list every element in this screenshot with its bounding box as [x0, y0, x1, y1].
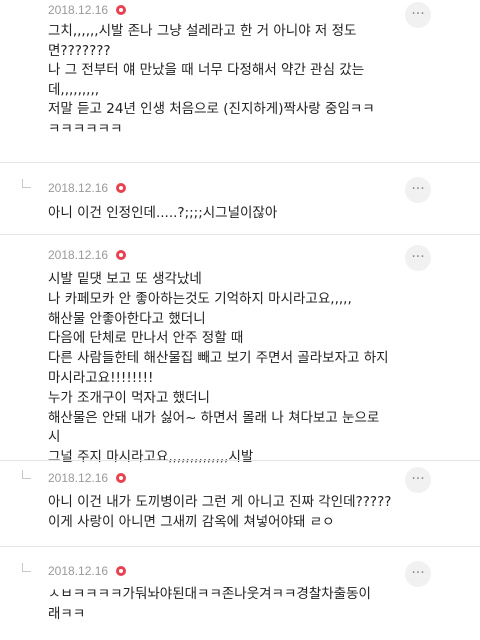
- comment-text: 아니 이건 내가 도끼병이라 그런 게 아니고 진짜 각인데????? 이게 사…: [48, 494, 392, 530]
- comment-text: 그치,,,,,,시발 존나 그냥 설레라고 한 거 아니야 저 정도 면????…: [48, 23, 375, 137]
- comment-text: 아니 이건 인정인데.....?;;;;시그널이잖아: [48, 205, 278, 221]
- comment-date: 2018.12.16: [48, 248, 109, 262]
- comment-item: 2018.12.16 ··· 그치,,,,,,시발 존나 그냥 설레라고 한 거…: [0, 0, 480, 162]
- comment-date: 2018.12.16: [48, 471, 109, 485]
- reply-item: 2018.12.16 ··· 아니 이건 내가 도끼병이라 그런 게 아니고 진…: [0, 461, 480, 546]
- more-options-button[interactable]: ···: [405, 561, 431, 587]
- more-options-button[interactable]: ···: [405, 177, 431, 203]
- comment-text: ㅅㅂㅋㅋㅋㅋ가둬놔야된대ㅋㅋ존나웃겨ㅋㅋ경찰차출동이 래ㅋㅋ: [48, 586, 371, 622]
- reply-arrow-icon: [22, 470, 31, 479]
- more-options-button[interactable]: ···: [405, 245, 431, 271]
- more-options-icon: ···: [411, 249, 425, 265]
- reply-arrow-icon: [22, 563, 31, 572]
- more-options-icon: ···: [411, 471, 425, 487]
- more-options-icon: ···: [411, 6, 425, 22]
- comment-date: 2018.12.16: [48, 181, 109, 195]
- comment-date: 2018.12.16: [48, 564, 109, 578]
- new-badge-icon: [116, 473, 126, 483]
- new-badge-icon: [116, 566, 126, 576]
- reply-item: 2018.12.16 ··· ㅅㅂㅋㅋㅋㅋ가둬놔야된대ㅋㅋ존나웃겨ㅋㅋ경찰차출동…: [0, 547, 480, 640]
- reply-item: 2018.12.16 ··· 아니 이건 인정인데.....?;;;;시그널이잖…: [0, 163, 480, 234]
- comment-date: 2018.12.16: [48, 3, 109, 17]
- more-options-icon: ···: [411, 565, 425, 581]
- comment-text: 시발 밑댓 보고 또 생각났네 나 카페모카 안 좋아하는것도 기억하지 마시라…: [48, 271, 389, 466]
- more-options-button[interactable]: ···: [405, 2, 431, 28]
- new-badge-icon: [116, 5, 126, 15]
- comment-item: 2018.12.16 ··· 시발 밑댓 보고 또 생각났네 나 카페모카 안 …: [0, 235, 480, 465]
- more-options-button[interactable]: ···: [405, 467, 431, 493]
- more-options-icon: ···: [411, 181, 425, 197]
- reply-arrow-icon: [22, 179, 31, 188]
- new-badge-icon: [116, 183, 126, 193]
- new-badge-icon: [116, 250, 126, 260]
